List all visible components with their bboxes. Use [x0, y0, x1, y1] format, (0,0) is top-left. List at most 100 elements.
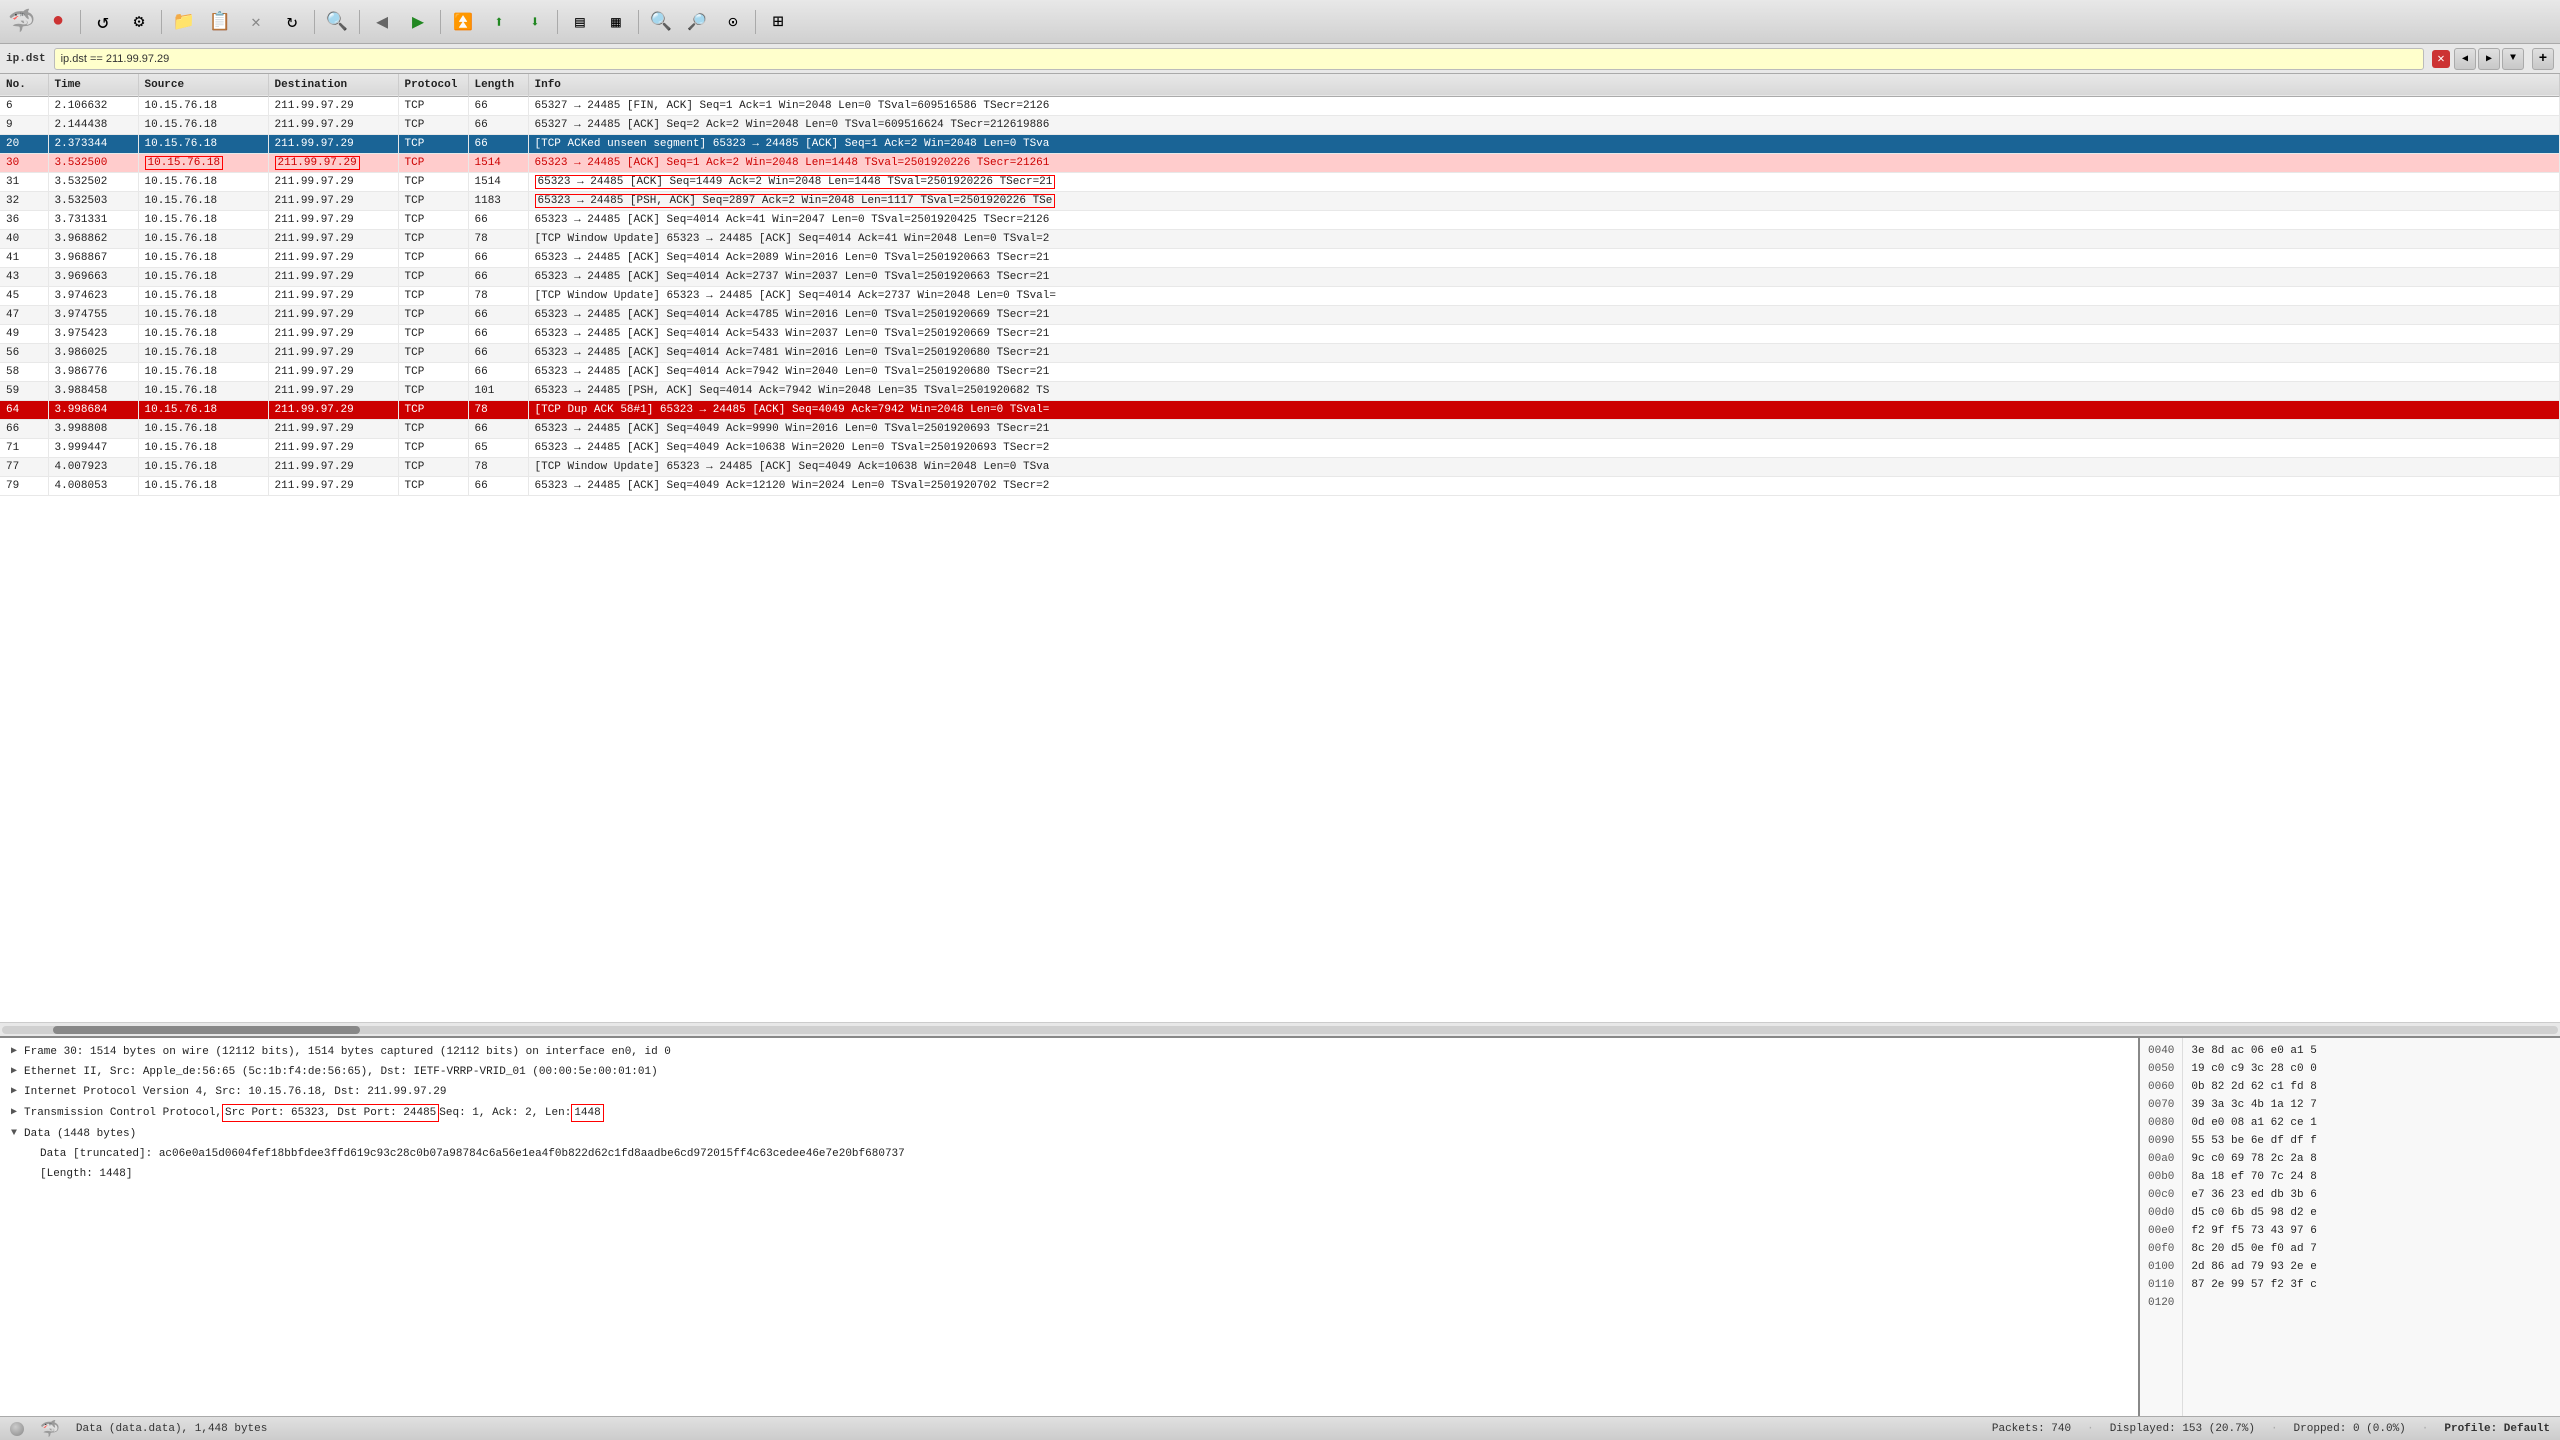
- table-cell: 10.15.76.18: [138, 419, 268, 438]
- expand-icon[interactable]: ▶: [8, 1086, 20, 1098]
- detail-row[interactable]: ▶Internet Protocol Version 4, Src: 10.15…: [0, 1082, 2138, 1102]
- table-row[interactable]: 403.96886210.15.76.18211.99.97.29TCP78[T…: [0, 229, 2560, 248]
- table-cell: 10.15.76.18: [138, 457, 268, 476]
- expand-icon[interactable]: ▶: [8, 1107, 20, 1119]
- col-header-info[interactable]: Info: [528, 74, 2560, 96]
- table-row[interactable]: 303.53250010.15.76.18211.99.97.29TCP1514…: [0, 153, 2560, 172]
- table-cell: 66: [0, 419, 48, 438]
- detail-row[interactable]: ▶Transmission Control Protocol, Src Port…: [0, 1102, 2138, 1124]
- go-down-icon[interactable]: ⬇: [519, 6, 551, 38]
- table-cell: TCP: [398, 343, 468, 362]
- table-row[interactable]: 62.10663210.15.76.18211.99.97.29TCP66653…: [0, 96, 2560, 115]
- table-cell: TCP: [398, 305, 468, 324]
- table-row[interactable]: 663.99880810.15.76.18211.99.97.29TCP6665…: [0, 419, 2560, 438]
- scrollbar-thumb[interactable]: [53, 1026, 360, 1034]
- table-row[interactable]: 713.99944710.15.76.18211.99.97.29TCP6565…: [0, 438, 2560, 457]
- capture-status-indicator: [10, 1422, 24, 1436]
- table-row[interactable]: 433.96966310.15.76.18211.99.97.29TCP6665…: [0, 267, 2560, 286]
- filter-input[interactable]: ip.dst == 211.99.97.29: [54, 48, 2424, 70]
- table-cell: 3.974623: [48, 286, 138, 305]
- table-cell: 211.99.97.29: [268, 476, 398, 495]
- table-row[interactable]: 583.98677610.15.76.18211.99.97.29TCP6665…: [0, 362, 2560, 381]
- filter-label: ip.dst: [6, 53, 46, 65]
- table-cell: 31: [0, 172, 48, 191]
- table-row[interactable]: 794.00805310.15.76.18211.99.97.29TCP6665…: [0, 476, 2560, 495]
- bottom-panel: ▶Frame 30: 1514 bytes on wire (12112 bit…: [0, 1036, 2560, 1416]
- table-cell: 3.988458: [48, 381, 138, 400]
- horizontal-scrollbar[interactable]: [0, 1022, 2560, 1036]
- open-capture-icon[interactable]: 📋: [204, 6, 236, 38]
- filter-dropdown-btn[interactable]: ▼: [2502, 48, 2524, 70]
- colorize-icon[interactable]: ▤: [564, 6, 596, 38]
- detail-row[interactable]: Data [truncated]: ac06e0a15d0604fef18bbf…: [0, 1144, 2138, 1164]
- close-button[interactable]: ●: [42, 6, 74, 38]
- go-back-icon[interactable]: ◀: [366, 6, 398, 38]
- zoom-out-icon[interactable]: 🔎: [681, 6, 713, 38]
- col-header-source[interactable]: Source: [138, 74, 268, 96]
- col-header-no[interactable]: No.: [0, 74, 48, 96]
- go-up-icon[interactable]: ⬆: [483, 6, 515, 38]
- table-cell: 36: [0, 210, 48, 229]
- table-row[interactable]: 313.53250210.15.76.18211.99.97.29TCP1514…: [0, 172, 2560, 191]
- expand-icon[interactable]: ▶: [8, 1066, 20, 1078]
- filter-add-button[interactable]: +: [2532, 48, 2554, 70]
- expand-icon[interactable]: ▶: [8, 1046, 20, 1058]
- close-capture-icon[interactable]: ✕: [240, 6, 272, 38]
- filter-bar: ip.dst ip.dst == 211.99.97.29 ✕ ◀ ▶ ▼ +: [0, 44, 2560, 74]
- filter-clear-button[interactable]: ✕: [2432, 50, 2450, 68]
- col-header-destination[interactable]: Destination: [268, 74, 398, 96]
- table-cell: 10.15.76.18: [138, 476, 268, 495]
- detail-row[interactable]: ▶Ethernet II, Src: Apple_de:56:65 (5c:1b…: [0, 1062, 2138, 1082]
- zoom-reset-icon[interactable]: ⊙: [717, 6, 749, 38]
- col-header-protocol[interactable]: Protocol: [398, 74, 468, 96]
- table-cell: 211.99.97.29: [268, 324, 398, 343]
- table-cell: TCP: [398, 438, 468, 457]
- table-cell: 211.99.97.29: [268, 191, 398, 210]
- col-header-length[interactable]: Length: [468, 74, 528, 96]
- table-row[interactable]: 493.97542310.15.76.18211.99.97.29TCP6665…: [0, 324, 2560, 343]
- packet-details[interactable]: ▶Frame 30: 1514 bytes on wire (12112 bit…: [0, 1038, 2140, 1416]
- table-cell: 71: [0, 438, 48, 457]
- table-row[interactable]: 202.37334410.15.76.18211.99.97.29TCP66[T…: [0, 134, 2560, 153]
- expand-icon[interactable]: ▼: [8, 1128, 20, 1140]
- table-cell: 3.974755: [48, 305, 138, 324]
- resize-columns-icon[interactable]: ⊞: [762, 6, 794, 38]
- table-row[interactable]: 774.00792310.15.76.18211.99.97.29TCP78[T…: [0, 457, 2560, 476]
- table-row[interactable]: 593.98845810.15.76.18211.99.97.29TCP1016…: [0, 381, 2560, 400]
- table-row[interactable]: 323.53250310.15.76.18211.99.97.29TCP1183…: [0, 191, 2560, 210]
- reload-icon[interactable]: ↻: [276, 6, 308, 38]
- preferences-icon[interactable]: ⚙: [123, 6, 155, 38]
- table-row[interactable]: 473.97475510.15.76.18211.99.97.29TCP6665…: [0, 305, 2560, 324]
- table-row[interactable]: 363.73133110.15.76.18211.99.97.29TCP6665…: [0, 210, 2560, 229]
- shark-icon: 🦈: [40, 1419, 60, 1439]
- col-header-time[interactable]: Time: [48, 74, 138, 96]
- filter-left-btn[interactable]: ◀: [2454, 48, 2476, 70]
- go-forward-icon[interactable]: ▶: [402, 6, 434, 38]
- table-cell: TCP: [398, 134, 468, 153]
- zoom-in-icon[interactable]: 🔍: [645, 6, 677, 38]
- table-cell: 3.998808: [48, 419, 138, 438]
- go-first-icon[interactable]: ⏫: [447, 6, 479, 38]
- table-cell: 65323 → 24485 [ACK] Seq=4014 Ack=4785 Wi…: [528, 305, 2560, 324]
- table-row[interactable]: 563.98602510.15.76.18211.99.97.29TCP6665…: [0, 343, 2560, 362]
- coloring-rules-icon[interactable]: ▦: [600, 6, 632, 38]
- find-packet-icon[interactable]: 🔍: [321, 6, 353, 38]
- table-row[interactable]: 92.14443810.15.76.18211.99.97.29TCP66653…: [0, 115, 2560, 134]
- table-cell: 2.373344: [48, 134, 138, 153]
- packet-list-container[interactable]: No. Time Source Destination Protocol Len…: [0, 74, 2560, 1022]
- detail-row[interactable]: ▼Data (1448 bytes): [0, 1124, 2138, 1144]
- table-cell: 10.15.76.18: [138, 210, 268, 229]
- table-row[interactable]: 643.99868410.15.76.18211.99.97.29TCP78[T…: [0, 400, 2560, 419]
- toolbar-separator-4: [359, 10, 360, 34]
- filter-right-btn[interactable]: ▶: [2478, 48, 2500, 70]
- table-row[interactable]: 453.97462310.15.76.18211.99.97.29TCP78[T…: [0, 286, 2560, 305]
- scrollbar-track[interactable]: [2, 1026, 2558, 1034]
- packet-list[interactable]: No. Time Source Destination Protocol Len…: [0, 74, 2560, 1036]
- detail-row[interactable]: ▶Frame 30: 1514 bytes on wire (12112 bit…: [0, 1042, 2138, 1062]
- restart-icon[interactable]: ↺: [87, 6, 119, 38]
- open-file-icon[interactable]: 📁: [168, 6, 200, 38]
- table-row[interactable]: 413.96886710.15.76.18211.99.97.29TCP6665…: [0, 248, 2560, 267]
- detail-text: Data [truncated]: ac06e0a15d0604fef18bbf…: [40, 1146, 905, 1162]
- table-cell: 66: [468, 476, 528, 495]
- detail-row[interactable]: [Length: 1448]: [0, 1164, 2138, 1184]
